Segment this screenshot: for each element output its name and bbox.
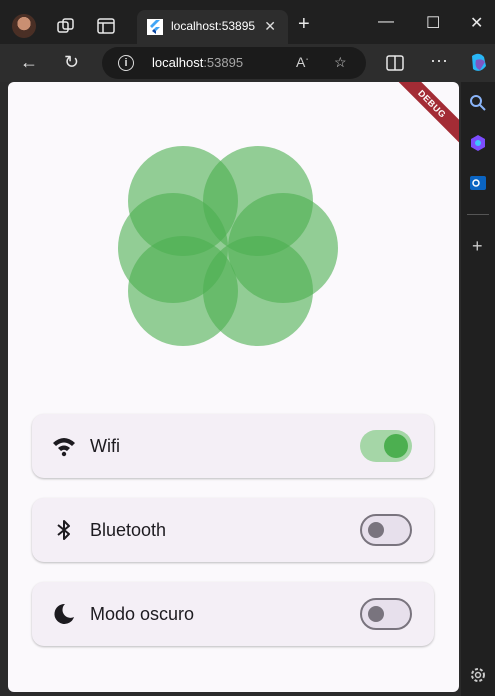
search-icon[interactable]: [469, 94, 487, 112]
refresh-button[interactable]: ↻: [64, 52, 79, 73]
split-screen-icon[interactable]: [386, 55, 404, 71]
bluetooth-icon: [52, 518, 76, 542]
setting-card-wifi[interactable]: Wifi: [32, 414, 434, 478]
profile-avatar[interactable]: [12, 14, 36, 38]
toggle-knob: [368, 522, 384, 538]
browser-sidebar: +: [461, 82, 495, 696]
browser-toolbar: ← ↻ i localhost:53895 Aᐝ ☆ ···: [0, 44, 495, 82]
minimize-button[interactable]: —: [378, 13, 394, 31]
maximize-button[interactable]: ☐: [426, 13, 440, 33]
tab-title: localhost:53895: [171, 19, 256, 33]
app-viewport: DEBUG Wifi Bluetooth Modo oscuro: [8, 82, 459, 692]
wifi-icon: [52, 434, 76, 458]
url-text: localhost:53895: [152, 55, 243, 70]
tab-actions-icon[interactable]: [96, 16, 116, 36]
close-window-button[interactable]: ✕: [470, 13, 483, 33]
add-sidebar-app-button[interactable]: +: [472, 236, 483, 257]
setting-label: Modo oscuro: [90, 604, 195, 624]
modo-oscuro-toggle[interactable]: [360, 598, 412, 630]
favorite-star-icon[interactable]: ☆: [334, 54, 347, 71]
copilot-sidebar-icon[interactable]: [469, 134, 487, 152]
toggle-knob: [384, 434, 408, 458]
bluetooth-toggle[interactable]: [360, 514, 412, 546]
flower-logo: [118, 146, 338, 346]
setting-label: Wifi: [90, 436, 120, 456]
toggle-knob: [368, 606, 384, 622]
outlook-icon[interactable]: [469, 174, 487, 192]
setting-card-modo-oscuro[interactable]: Modo oscuro: [32, 582, 434, 646]
moon-icon: [52, 602, 76, 626]
setting-card-bluetooth[interactable]: Bluetooth: [32, 498, 434, 562]
flower-petal: [118, 193, 228, 303]
new-tab-button[interactable]: +: [298, 14, 310, 34]
close-tab-icon[interactable]: ✕: [264, 18, 276, 35]
sidebar-settings-icon[interactable]: [469, 666, 487, 684]
address-bar[interactable]: i localhost:53895 Aᐝ ☆: [102, 47, 366, 79]
more-menu-icon[interactable]: ···: [430, 50, 448, 71]
browser-titlebar: localhost:53895 ✕ + — ☐ ✕: [0, 0, 495, 44]
browser-tab[interactable]: localhost:53895 ✕: [137, 10, 288, 44]
site-info-icon[interactable]: i: [118, 55, 134, 71]
setting-label: Bluetooth: [90, 520, 167, 540]
flutter-icon: [147, 19, 163, 35]
read-aloud-icon[interactable]: Aᐝ: [296, 54, 308, 70]
workspaces-icon[interactable]: [56, 16, 76, 36]
url-port: :53895: [203, 55, 244, 70]
debug-banner: DEBUG: [383, 82, 459, 153]
back-button[interactable]: ←: [20, 52, 38, 73]
url-host: localhost: [152, 55, 204, 70]
copilot-icon[interactable]: [468, 52, 490, 74]
wifi-toggle[interactable]: [360, 430, 412, 462]
